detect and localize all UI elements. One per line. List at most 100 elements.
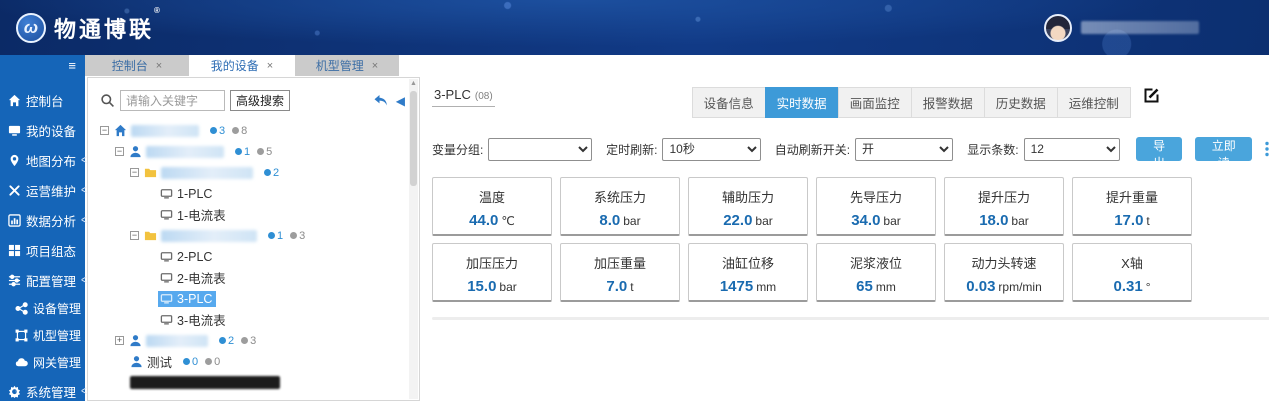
window-tab-我的设备[interactable]: 我的设备 × [190, 55, 294, 76]
group-filter-label: 变量分组: [432, 142, 484, 157]
user-avatar[interactable] [1044, 13, 1072, 42]
data-card-辅助压力: 辅助压力 22.0 bar [688, 177, 808, 236]
tree-expander-icon[interactable]: − [115, 147, 124, 156]
tree-node-label: 测试 [147, 356, 173, 370]
export-button[interactable]: 导出 [1136, 137, 1183, 170]
undo-icon[interactable] [373, 94, 389, 108]
window-tab-机型管理[interactable]: 机型管理 × [295, 55, 399, 76]
refresh-filter-select[interactable]: 10秒 [662, 137, 761, 161]
card-label: 加压压力 [465, 256, 518, 271]
data-card-油缸位移: 油缸位移 1475 mm [688, 243, 808, 302]
card-unit: ℃ [501, 214, 515, 228]
sidebar-collapse-toggle[interactable]: ≡ [0, 55, 85, 76]
window-tab-控制台[interactable]: 控制台 × [85, 55, 189, 76]
tree-node-label: 3-PLC [177, 291, 213, 306]
tree-scrollbar[interactable]: ▲ [409, 79, 418, 399]
tree-node-body[interactable] [127, 144, 228, 159]
folder-icon [144, 229, 157, 242]
data-card-温度: 温度 44.0 ℃ [432, 177, 552, 236]
tab-close-icon[interactable]: × [267, 60, 273, 72]
tree-expander-icon[interactable]: − [130, 168, 139, 177]
tree-search-input[interactable] [120, 90, 225, 111]
auto-refresh-select[interactable]: 开 [855, 137, 954, 161]
detail-tab-画面监控[interactable]: 画面监控 [837, 87, 912, 118]
gray-count-badge: 3 [241, 335, 256, 347]
tab-close-icon[interactable]: × [372, 60, 378, 72]
tree-node-2-PLC[interactable]: 2-PLC [100, 246, 405, 267]
card-label: 系统压力 [593, 190, 646, 205]
card-label: 动力头转速 [971, 256, 1037, 271]
tree-node-body[interactable]: 1-PLC [158, 186, 216, 202]
tree-node-3-PLC[interactable]: 3-PLC [100, 288, 405, 309]
tree-scrollbar-thumb[interactable] [410, 91, 417, 186]
sidebar-item-运营维护[interactable]: 运营维护 < [0, 175, 87, 205]
detail-tab-实时数据[interactable]: 实时数据 [764, 87, 839, 118]
tree-node-body[interactable]: 3-PLC [158, 290, 217, 307]
tree-node-1-PLC[interactable]: 1-PLC [100, 183, 405, 204]
advanced-search-button[interactable]: 高级搜索 [230, 90, 291, 111]
tree-expander-icon[interactable]: − [130, 231, 139, 240]
sidebar-item-系统管理[interactable]: 系统管理 < [0, 376, 87, 401]
card-unit: bar [499, 280, 517, 294]
sidebar-item-控制台[interactable]: 控制台 [0, 85, 85, 115]
tree-node-测试[interactable]: 测试 0 0 [100, 351, 405, 372]
tree-node-1-电流表[interactable]: 1-电流表 [100, 204, 405, 225]
tree-node-body[interactable]: 2-电流表 [158, 267, 230, 288]
tree-node-redacted[interactable] [100, 372, 405, 393]
sidebar-item-设备管理[interactable]: 设备管理 [0, 295, 85, 322]
user-account-area[interactable] [1044, 13, 1199, 42]
tree-node-redacted[interactable]: − 1 5 [100, 141, 405, 162]
tree-node-body[interactable]: 1-电流表 [158, 204, 230, 225]
sidebar-item-项目组态[interactable]: 项目组态 [0, 235, 85, 265]
edit-icon[interactable] [1143, 87, 1160, 104]
collapse-panel-icon[interactable]: ◀ [396, 94, 405, 108]
sidebar-item-地图分布[interactable]: 地图分布 < [0, 145, 87, 175]
tree-node-body[interactable] [128, 375, 284, 390]
sidebar-item-机型管理[interactable]: 机型管理 [0, 322, 85, 349]
tree-node-body[interactable] [142, 165, 257, 180]
badge-dot-icon [183, 358, 191, 365]
tree-node-3-电流表[interactable]: 3-电流表 [100, 309, 405, 330]
card-unit: ° [1145, 280, 1151, 294]
tree-node-body[interactable] [127, 333, 212, 348]
tree-node-redacted[interactable]: − 1 3 [100, 225, 405, 246]
badge-count: 3 [219, 124, 226, 137]
list-view-icon[interactable] [1265, 141, 1269, 157]
read-now-button[interactable]: 立即读 [1195, 137, 1253, 170]
tree-node-label: 3-电流表 [177, 314, 226, 328]
detail-tab-运维控制[interactable]: 运维控制 [1056, 87, 1131, 118]
data-card-加压重量: 加压重量 7.0 t [560, 243, 680, 302]
detail-tab-设备信息[interactable]: 设备信息 [691, 87, 766, 118]
realtime-data-grid: 温度 44.0 ℃ 系统压力 8.0 bar 辅助压力 22.0 bar 先导压力 34.0 bar 提… [432, 177, 1269, 302]
tree-node-body[interactable]: 2-PLC [158, 249, 216, 265]
tree-node-body[interactable]: 测试 [128, 351, 176, 372]
tree-expander-icon[interactable]: + [115, 336, 124, 345]
count-filter-select[interactable]: 12 [1023, 137, 1121, 161]
tree-node-2-电流表[interactable]: 2-电流表 [100, 267, 405, 288]
group-filter-select[interactable] [488, 137, 593, 161]
card-value: 34.0 [851, 212, 881, 229]
scroll-up-arrow[interactable]: ▲ [409, 79, 418, 89]
detail-tab-历史数据[interactable]: 历史数据 [983, 87, 1058, 118]
tab-close-icon[interactable]: × [156, 60, 162, 72]
tree-expander-icon[interactable]: − [100, 126, 109, 135]
card-value-row: 34.0 bar [817, 212, 935, 230]
card-value-row: 0.03 rpm/min [945, 278, 1063, 296]
detail-tab-报警数据[interactable]: 报警数据 [910, 87, 985, 118]
gray-count-badge: 8 [232, 125, 247, 137]
sidebar-item-数据分析[interactable]: 数据分析 < [0, 205, 87, 235]
tree-node-redacted[interactable]: − 3 8 [100, 120, 405, 141]
tree-node-redacted[interactable]: +2 3 [100, 330, 405, 351]
tree-node-redacted[interactable]: −2 [100, 162, 405, 183]
tree-node-body[interactable] [142, 228, 261, 243]
sidebar-item-我的设备[interactable]: 我的设备 [0, 115, 85, 145]
tree-node-body[interactable]: 3-电流表 [158, 309, 230, 330]
badge-count: 1 [277, 229, 284, 242]
tree-node-body[interactable] [112, 123, 203, 138]
card-unit: bar [1011, 214, 1029, 228]
badge-count: 2 [228, 334, 235, 347]
sidebar-item-配置管理[interactable]: 配置管理 < [0, 265, 87, 295]
chevron-left-icon: < [81, 383, 87, 399]
card-value: 1475 [719, 278, 754, 295]
sidebar-item-网关管理[interactable]: 网关管理 [0, 349, 85, 376]
